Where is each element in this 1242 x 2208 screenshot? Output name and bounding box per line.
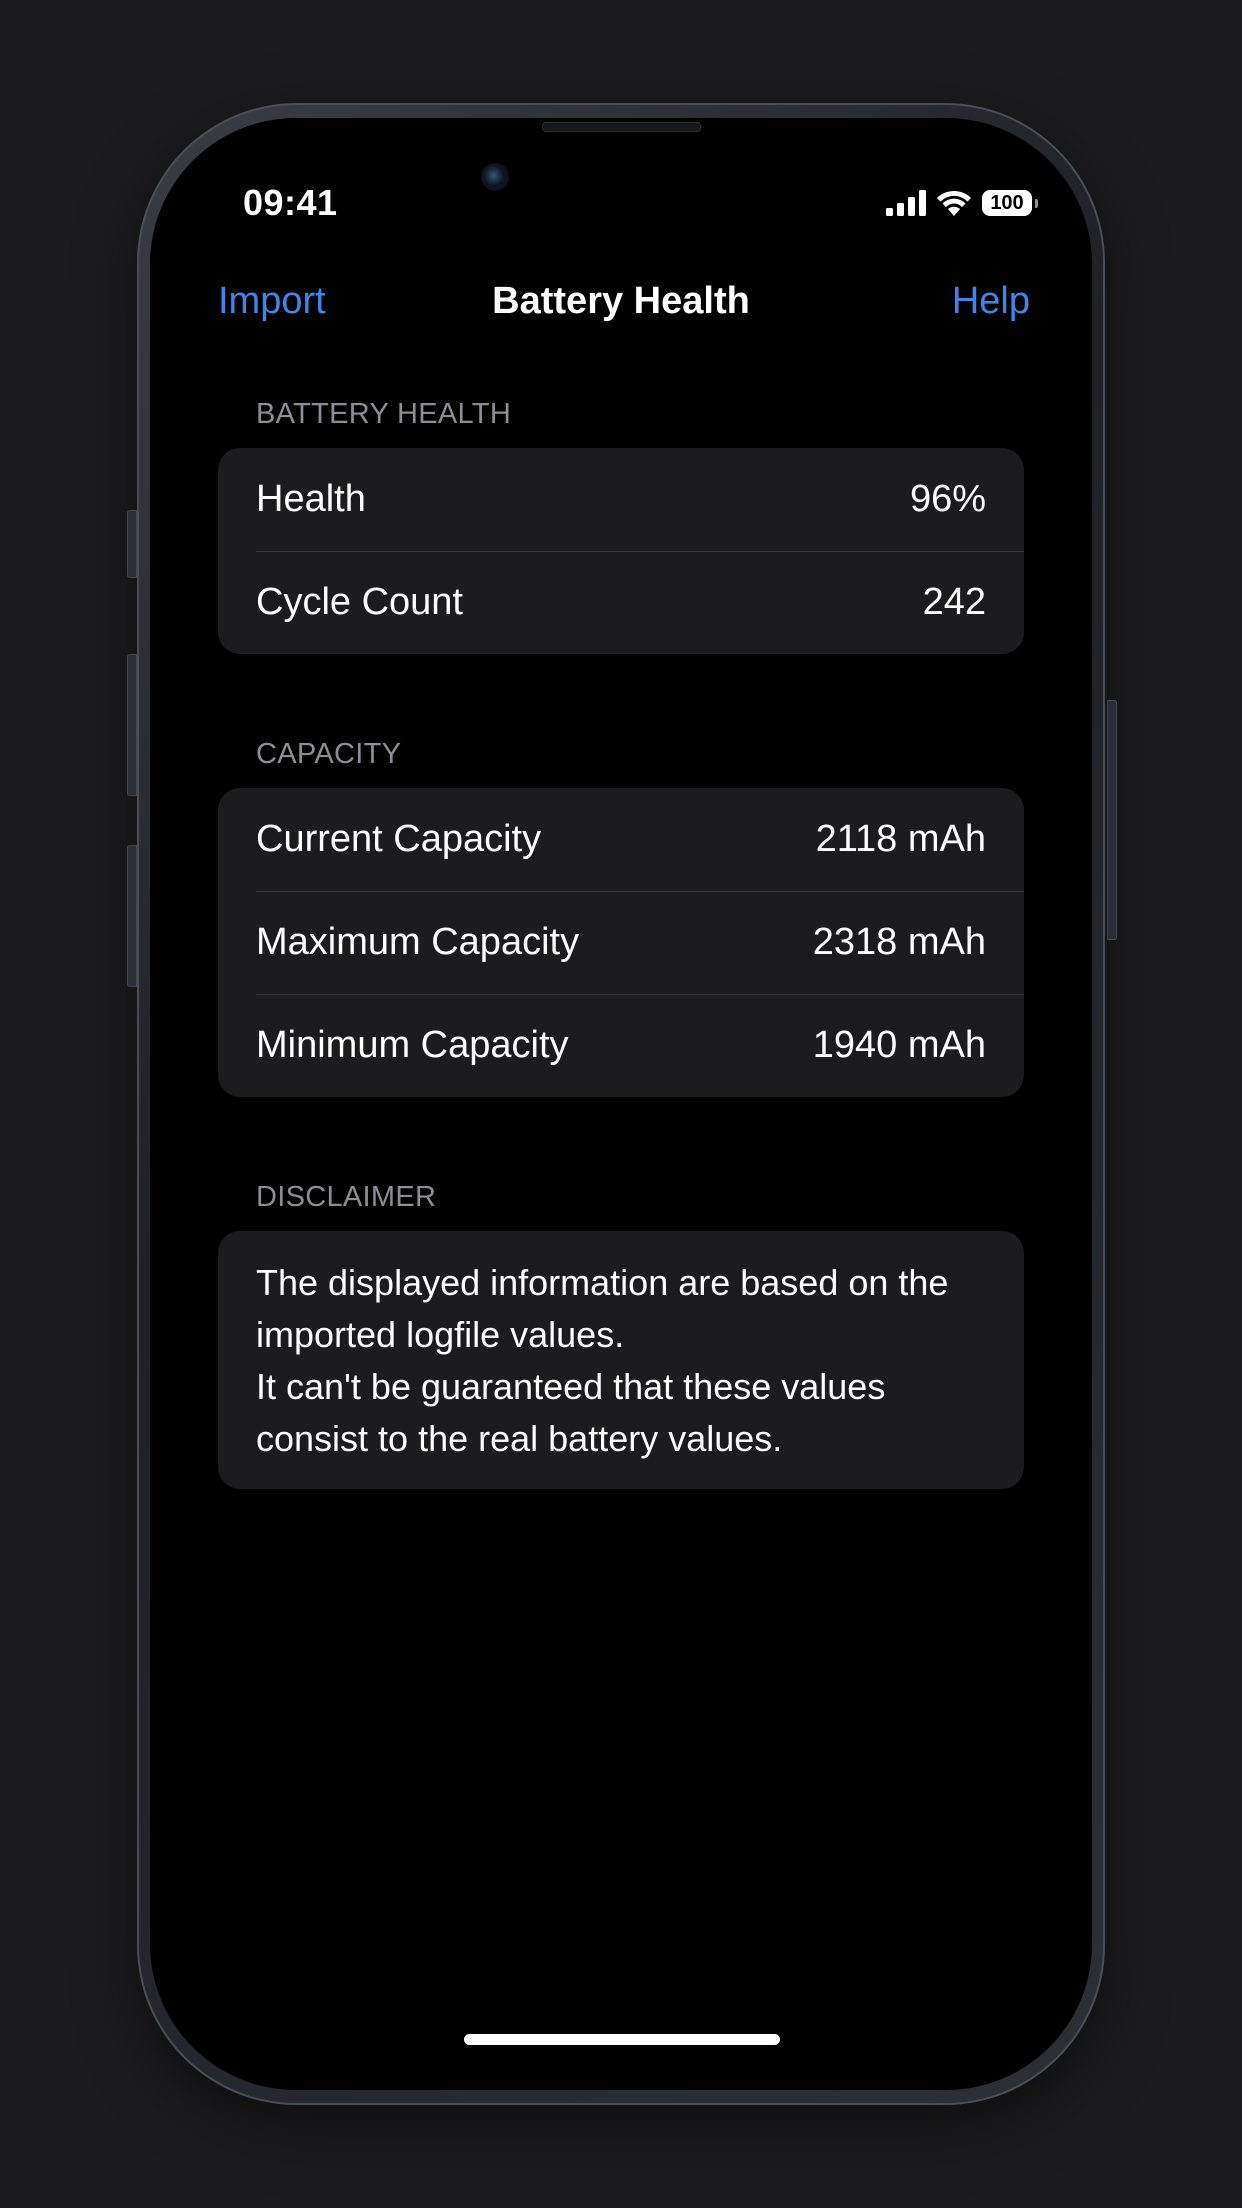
volume-down-button — [127, 845, 137, 987]
row-label: Cycle Count — [256, 581, 463, 623]
cycle-count-row: Cycle Count 242 — [218, 551, 1024, 654]
row-label: Health — [256, 478, 366, 520]
row-value: 242 — [922, 581, 986, 623]
disclaimer-text: The displayed information are based on t… — [218, 1231, 1024, 1489]
disclaimer-group: The displayed information are based on t… — [218, 1231, 1024, 1489]
front-camera — [481, 163, 509, 191]
row-value: 96% — [909, 478, 986, 520]
status-icons: 100 — [886, 188, 1038, 218]
row-value: 1940 mAh — [812, 1024, 986, 1066]
health-row: Health 96% — [218, 448, 1024, 551]
status-time: 09:41 — [243, 182, 338, 223]
row-label: Maximum Capacity — [256, 921, 580, 963]
section-header-battery-health: BATTERY HEALTH — [256, 398, 512, 430]
help-button[interactable]: Help — [952, 280, 1030, 323]
cellular-signal-icon — [886, 190, 926, 216]
battery-health-group: Health 96% Cycle Count 242 — [218, 448, 1024, 654]
screen: 09:41 100 Import Battery Health Help BAT… — [150, 118, 1092, 2090]
battery-icon: 100 — [982, 190, 1038, 216]
row-label: Minimum Capacity — [256, 1024, 569, 1066]
minimum-capacity-row: Minimum Capacity 1940 mAh — [218, 994, 1024, 1097]
disclaimer-line: It can't be guaranteed that these values… — [256, 1366, 886, 1459]
action-button — [127, 510, 137, 578]
row-value: 2118 mAh — [815, 818, 986, 860]
home-indicator[interactable] — [464, 2034, 780, 2045]
current-capacity-row: Current Capacity 2118 mAh — [218, 788, 1024, 891]
section-header-capacity: CAPACITY — [256, 738, 402, 770]
section-header-disclaimer: DISCLAIMER — [256, 1181, 437, 1213]
row-value: 2318 mAh — [812, 921, 986, 963]
row-label: Current Capacity — [256, 818, 542, 860]
earpiece-speaker — [542, 122, 701, 132]
maximum-capacity-row: Maximum Capacity 2318 mAh — [218, 891, 1024, 994]
stage: 09:41 100 Import Battery Health Help BAT… — [0, 0, 1242, 2208]
wifi-icon — [937, 190, 971, 216]
power-button — [1107, 700, 1117, 940]
disclaimer-line: The displayed information are based on t… — [256, 1262, 949, 1355]
page-title: Battery Health — [492, 280, 750, 322]
capacity-group: Current Capacity 2118 mAh Maximum Capaci… — [218, 788, 1024, 1097]
volume-up-button — [127, 654, 137, 796]
